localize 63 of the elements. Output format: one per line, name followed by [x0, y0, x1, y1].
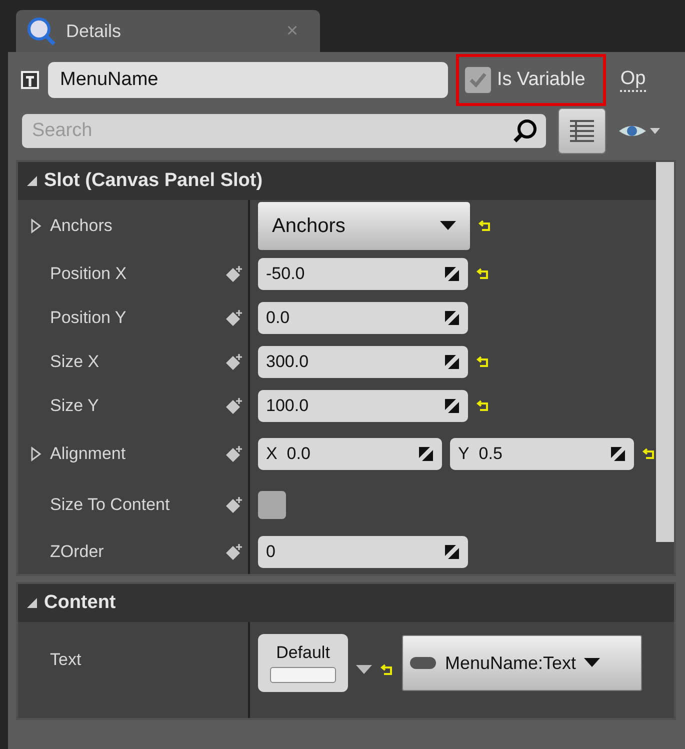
reset-icon[interactable] — [478, 219, 492, 233]
key-icon[interactable] — [224, 264, 244, 284]
number-field[interactable]: 300.0 — [258, 346, 468, 378]
name-field[interactable]: MenuName — [48, 62, 448, 98]
text-widget-icon — [20, 70, 40, 90]
property-label: Alignment — [50, 444, 127, 464]
property-label: Position X — [50, 264, 128, 284]
dropdown-arrow-icon[interactable] — [356, 665, 372, 675]
reset-icon[interactable] — [642, 447, 656, 461]
search-field[interactable]: Search — [22, 114, 546, 148]
scrollbar[interactable] — [656, 162, 674, 542]
reset-icon[interactable] — [476, 399, 490, 413]
truncated-label[interactable]: Op — [620, 68, 646, 92]
binding-dropdown[interactable]: MenuName:Text — [402, 635, 642, 691]
key-icon[interactable] — [224, 542, 244, 562]
drag-icon[interactable] — [610, 446, 626, 462]
drag-icon[interactable] — [444, 544, 460, 560]
drag-icon[interactable] — [444, 354, 460, 370]
search-icon — [512, 118, 538, 144]
collapse-arrow-icon — [26, 175, 38, 187]
property-label: Text — [50, 650, 82, 670]
collapse-arrow-icon — [26, 597, 38, 609]
section-header[interactable]: Slot (Canvas Panel Slot) — [18, 162, 656, 200]
drag-icon[interactable] — [444, 398, 460, 414]
key-icon[interactable] — [224, 444, 244, 464]
reset-icon[interactable] — [476, 267, 490, 281]
number-field[interactable]: 100.0 — [258, 390, 468, 422]
key-icon[interactable] — [224, 308, 244, 328]
property-label: Size X — [50, 352, 100, 372]
drag-icon[interactable] — [418, 446, 434, 462]
reset-icon[interactable] — [476, 355, 490, 369]
reset-icon[interactable] — [380, 663, 394, 677]
section-header[interactable]: Content — [18, 584, 674, 622]
caret-icon — [440, 221, 456, 231]
number-field[interactable]: -50.0 — [258, 258, 468, 290]
property-label: Size Y — [50, 396, 100, 416]
tab-title: Details — [66, 20, 122, 42]
number-field[interactable]: 0.0 — [258, 302, 468, 334]
property-label: Size To Content — [50, 495, 171, 515]
info-magnifier-icon — [26, 16, 56, 46]
property-label: ZOrder — [50, 542, 105, 562]
anchors-dropdown[interactable]: Anchors — [258, 202, 470, 250]
details-tab[interactable]: Details × — [16, 10, 320, 52]
drag-icon[interactable] — [444, 310, 460, 326]
drag-icon[interactable] — [444, 266, 460, 282]
key-icon[interactable] — [224, 352, 244, 372]
number-field[interactable]: 0 — [258, 536, 468, 568]
property-label: Anchors — [50, 216, 114, 236]
vector-y-field[interactable]: Y 0.5 — [450, 438, 634, 470]
caret-icon — [584, 658, 600, 668]
key-icon[interactable] — [224, 495, 244, 515]
default-text-field[interactable]: Default — [258, 634, 348, 692]
view-options-button[interactable] — [558, 108, 606, 154]
expand-arrow-icon[interactable] — [30, 446, 42, 462]
checkbox[interactable] — [258, 491, 286, 519]
list-icon — [569, 118, 595, 144]
pill-icon — [409, 656, 437, 670]
vector-x-field[interactable]: X 0.0 — [258, 438, 442, 470]
expand-arrow-icon[interactable] — [30, 218, 42, 234]
check-icon — [468, 70, 488, 90]
is-variable-checkbox[interactable]: Is Variable — [456, 54, 606, 106]
key-icon[interactable] — [224, 396, 244, 416]
property-label: Position Y — [50, 308, 128, 328]
